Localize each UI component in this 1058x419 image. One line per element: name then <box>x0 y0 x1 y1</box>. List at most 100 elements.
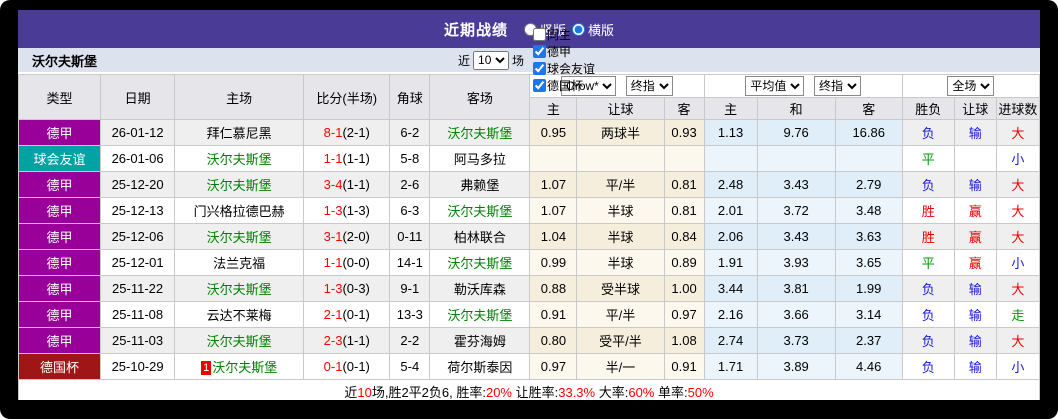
home-team-cell: 沃尔夫斯堡 <box>174 171 305 198</box>
odds2-draw-cell <box>756 145 836 172</box>
match-date-cell: 25-12-20 <box>100 171 176 198</box>
corner-cell: 2-2 <box>389 327 431 354</box>
league-type-cell: 德甲 <box>18 249 102 276</box>
away-team-name: 沃尔夫斯堡 <box>447 256 513 271</box>
handicap-result-cell: 输 <box>953 119 997 146</box>
halftime-score: (2-1) <box>342 125 370 140</box>
filter-checkbox-德甲[interactable]: 德甲 <box>527 43 595 60</box>
filter-checkbox-同主[interactable]: 同主 <box>527 26 595 43</box>
page-frame: 近期战绩 竖版 横版 沃尔夫斯堡 近 10 场 同主 德甲 球会友谊 德国杯 类… <box>0 0 1058 419</box>
corner-cell: 9-1 <box>389 275 431 302</box>
away-team-name: 沃尔夫斯堡 <box>447 126 513 141</box>
halftime-score: (2-0) <box>342 229 370 244</box>
result-scope-select[interactable]: 全场 <box>947 76 995 96</box>
odds2-home-cell: 1.71 <box>703 353 758 380</box>
summary-stat-value: 10 <box>357 385 372 400</box>
odds1-home-cell <box>529 145 578 172</box>
games-count-select[interactable]: 10 <box>473 50 510 70</box>
checkbox-input[interactable] <box>533 79 547 92</box>
halftime-score: (0-1) <box>342 307 370 322</box>
score-cell: 1-1(0-0) <box>303 249 391 276</box>
odds1-away-cell: 0.81 <box>663 197 705 224</box>
odds1-home-cell: 1.04 <box>529 223 578 250</box>
handicap-result-cell: 输 <box>953 171 997 198</box>
home-team-name: 沃尔夫斯堡 <box>206 282 272 297</box>
summary-text: 单率: <box>654 385 688 400</box>
home-team-cell: 法兰克福 <box>174 249 305 276</box>
fulltime-score: 3-4 <box>323 177 343 192</box>
summary-text: 大率: <box>595 385 629 400</box>
filter-checkbox-球会友谊[interactable]: 球会友谊 <box>527 60 595 77</box>
results-table: 类型 日期 主场 比分(半场) 角球 客场 Crow* 终指 平均值 终指 全场… <box>18 74 1040 400</box>
home-team-cell: 沃尔夫斯堡 <box>174 145 305 172</box>
corner-cell: 6-3 <box>389 197 431 224</box>
subcol-odds2-draw: 和 <box>756 97 836 120</box>
fulltime-score: 3-1 <box>323 229 343 244</box>
odds2-draw-cell: 3.93 <box>756 249 836 276</box>
odds1-home-cell: 0.88 <box>529 275 578 302</box>
odds2-away-cell: 4.46 <box>834 353 903 380</box>
away-team-name: 弗赖堡 <box>460 178 500 193</box>
match-date-cell: 26-01-06 <box>100 145 176 172</box>
goals-result-cell: 大 <box>995 171 1040 198</box>
home-team-cell: 门兴格拉德巴赫 <box>174 197 305 224</box>
checkbox-input[interactable] <box>533 62 547 75</box>
away-team-cell: 沃尔夫斯堡 <box>429 249 531 276</box>
home-rank-badge: 1 <box>201 361 212 375</box>
odds2-header-cell: 平均值 终指 <box>703 74 903 98</box>
col-header-away: 客场 <box>429 74 531 120</box>
checkbox-input[interactable] <box>533 28 547 41</box>
summary-stat-value: 20% <box>485 385 512 400</box>
odds1-home-cell: 0.97 <box>529 353 578 380</box>
goals-result-cell: 大 <box>995 119 1040 146</box>
winlose-result-cell: 胜 <box>901 197 955 224</box>
checkbox-label: 德国杯 <box>547 79 584 93</box>
goals-result-cell: 大 <box>995 275 1040 302</box>
match-row: 德甲 25-12-13 门兴格拉德巴赫 1-3(1-3) 6-3 沃尔夫斯堡 1.07 半球 0… <box>18 197 1040 224</box>
fulltime-score: 2-1 <box>323 307 343 322</box>
fulltime-score: 8-1 <box>323 125 343 140</box>
handicap-result-cell: 赢 <box>953 249 997 276</box>
odds1-home-cell: 0.95 <box>529 119 578 146</box>
goals-result-cell: 大 <box>995 327 1040 354</box>
col-header-date: 日期 <box>100 74 176 120</box>
odds1-handicap-cell <box>576 145 665 172</box>
odds2-draw-cell: 3.89 <box>756 353 836 380</box>
odds2-home-cell <box>703 145 758 172</box>
score-cell: 8-1(2-1) <box>303 119 391 146</box>
subcol-winlose: 胜负 <box>901 97 955 120</box>
handicap-result-cell: 赢 <box>953 223 997 250</box>
corner-cell: 6-2 <box>389 119 431 146</box>
odds2-away-cell: 2.37 <box>834 327 903 354</box>
filter-checkbox-德国杯[interactable]: 德国杯 <box>527 77 595 94</box>
odds1-home-cell: 0.99 <box>529 249 578 276</box>
subcol-odds1-handicap: 让球 <box>576 97 665 120</box>
match-rows: 德甲 26-01-12 拜仁慕尼黑 8-1(2-1) 6-2 沃尔夫斯堡 0.95 两球半 0.… <box>18 119 1040 380</box>
odds2-source-select[interactable]: 平均值 <box>745 76 805 96</box>
corner-cell: 14-1 <box>389 249 431 276</box>
match-row: 球会友谊 26-01-06 沃尔夫斯堡 1-1(1-1) 5-8 阿马多拉平小 <box>18 145 1040 172</box>
result-scope-header-cell: 全场 <box>901 74 1040 98</box>
games-suffix-label: 场 <box>512 53 525 68</box>
match-date-cell: 25-12-13 <box>100 197 176 224</box>
team-name: 沃尔夫斯堡 <box>32 53 98 69</box>
odds2-draw-cell: 3.43 <box>756 171 836 198</box>
away-team-name: 柏林联合 <box>453 230 506 245</box>
odds1-away-cell: 0.97 <box>663 301 705 328</box>
odds1-handicap-cell: 半球 <box>576 223 665 250</box>
league-type-cell: 德甲 <box>18 119 102 146</box>
odds1-home-cell: 1.07 <box>529 197 578 224</box>
home-team-cell: 云达不莱梅 <box>174 301 305 328</box>
match-date-cell: 25-11-03 <box>100 327 176 354</box>
home-team-name: 门兴格拉德巴赫 <box>193 204 285 219</box>
odds2-home-cell: 3.44 <box>703 275 758 302</box>
odds1-home-cell: 1.07 <box>529 171 578 198</box>
subcol-handicap-result: 让球 <box>953 97 997 120</box>
away-team-cell: 沃尔夫斯堡 <box>429 197 531 224</box>
home-team-cell: 沃尔夫斯堡 <box>174 275 305 302</box>
odds2-stage-select[interactable]: 终指 <box>813 76 861 96</box>
checkbox-input[interactable] <box>533 45 547 58</box>
handicap-result-cell: 输 <box>953 327 997 354</box>
odds1-stage-select[interactable]: 终指 <box>625 76 673 96</box>
handicap-result-cell: 输 <box>953 353 997 380</box>
